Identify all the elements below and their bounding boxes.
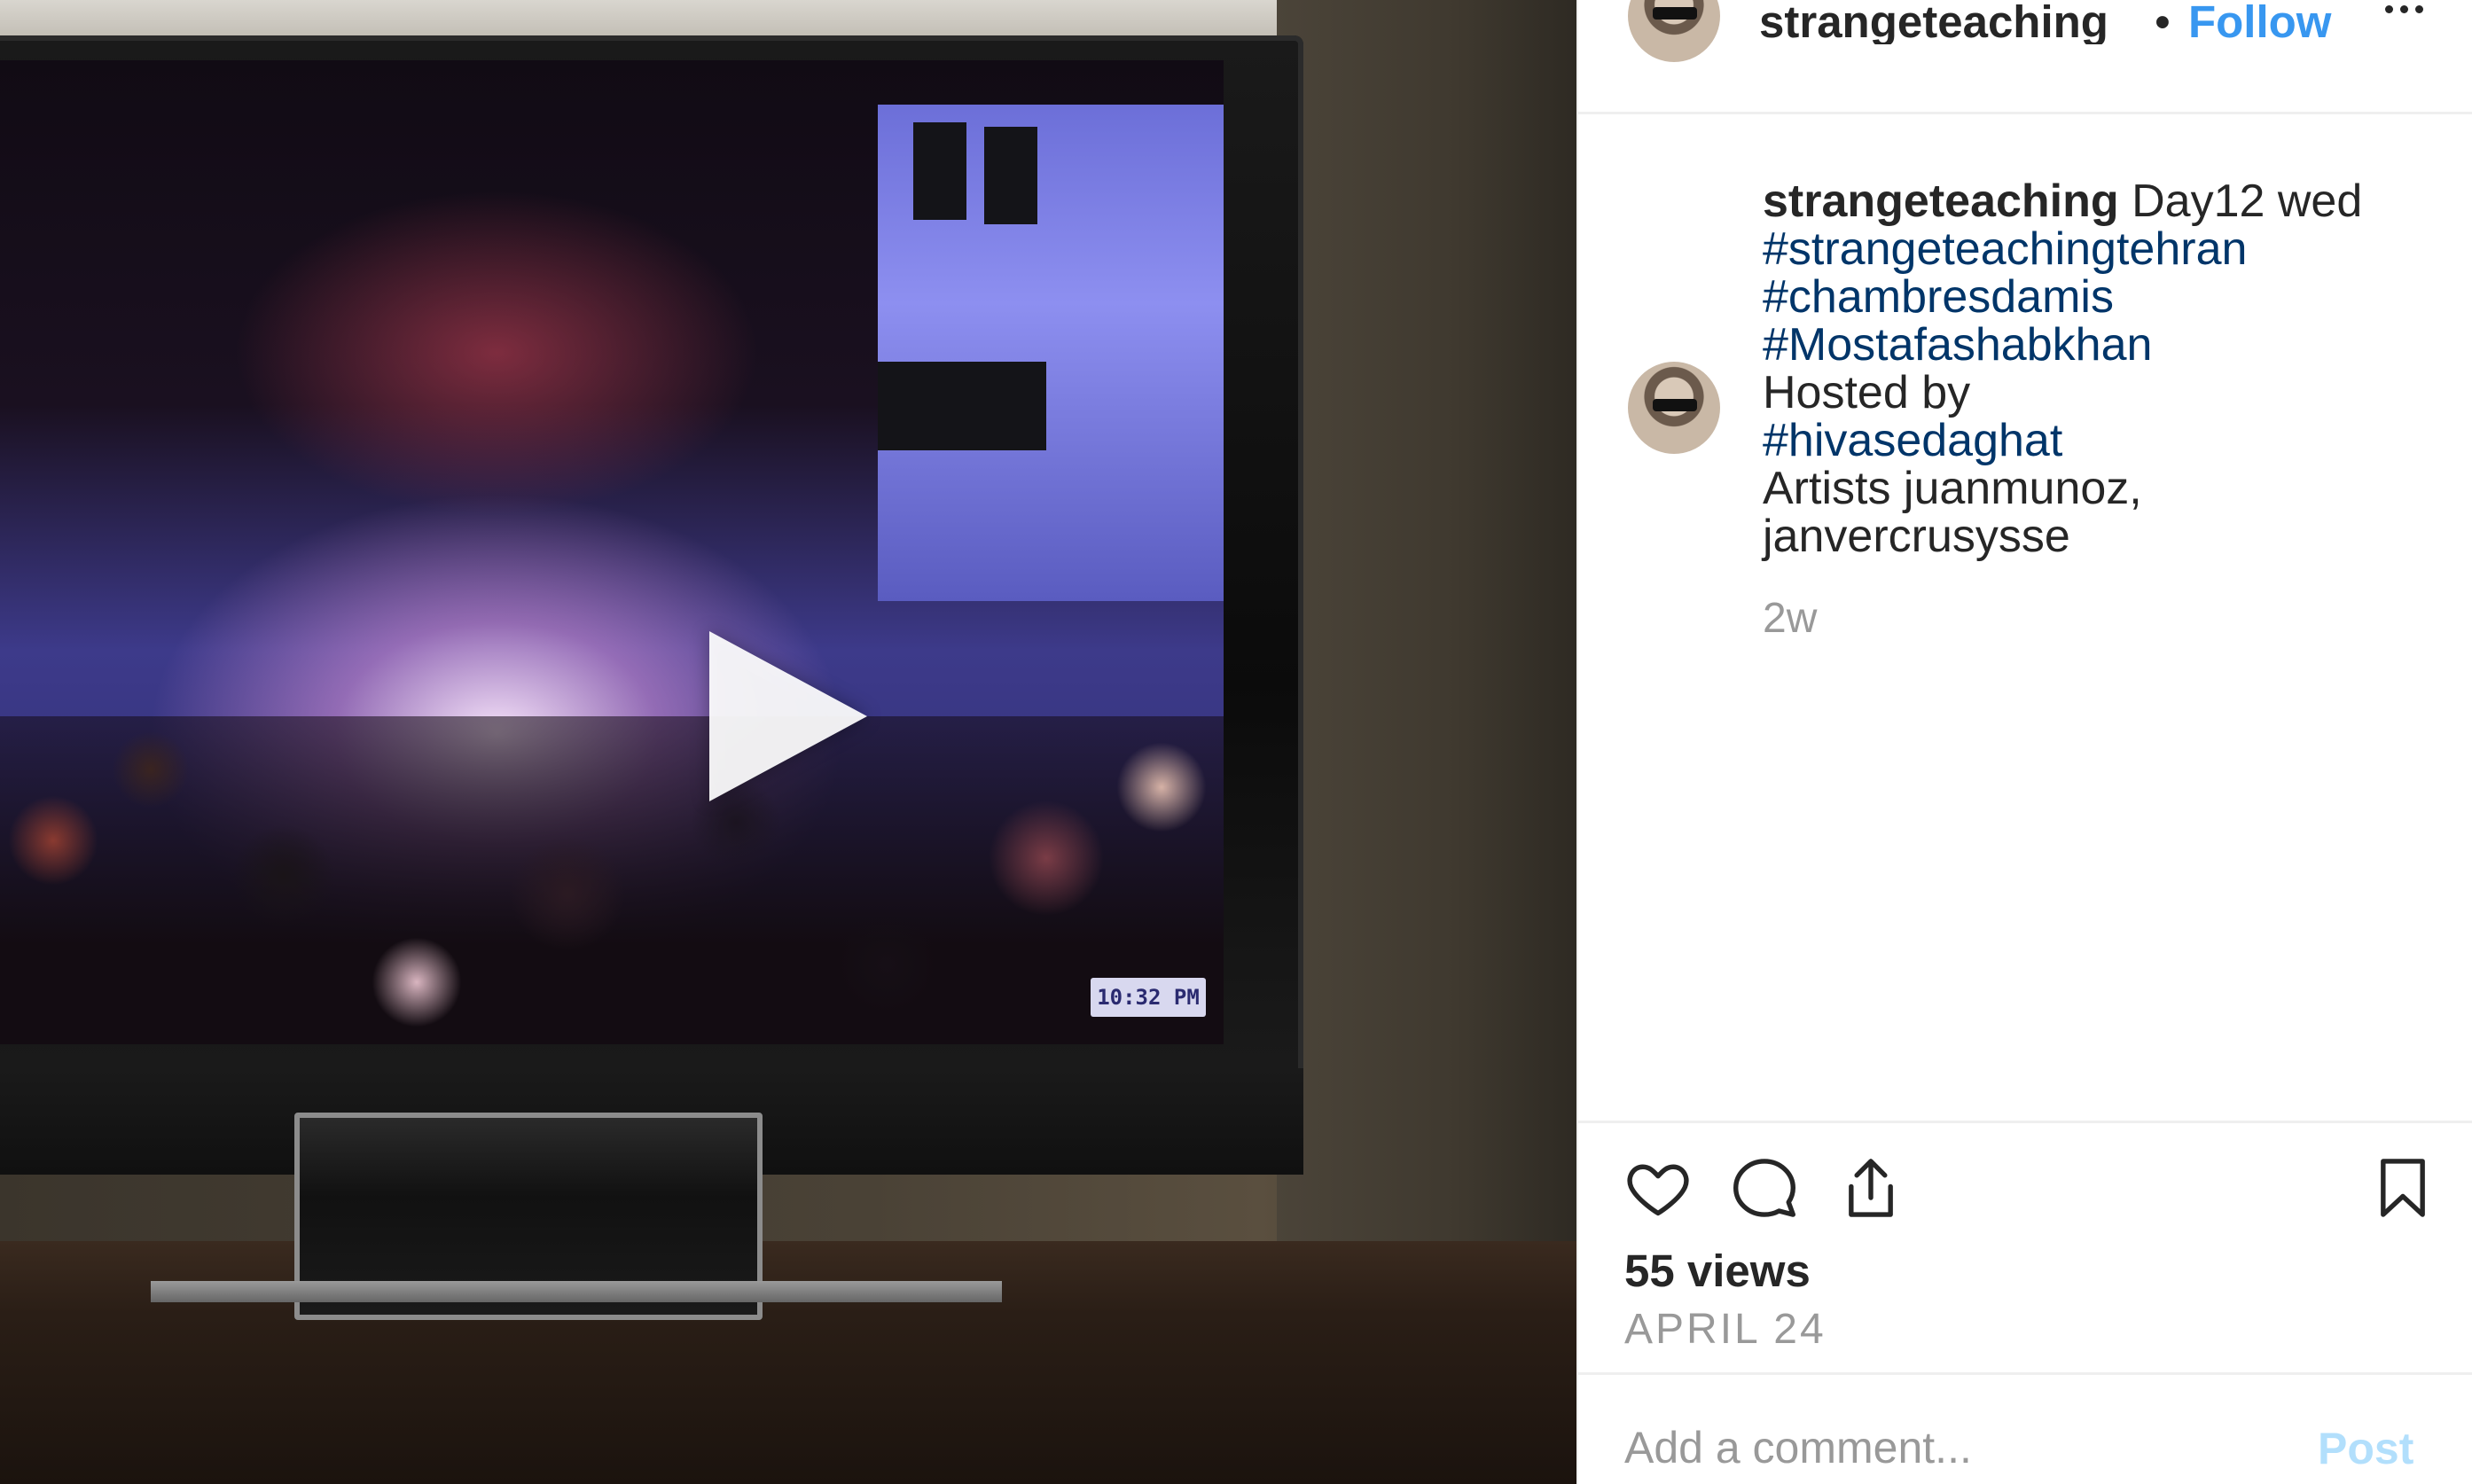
stage-monitor — [878, 362, 1046, 450]
follow-button[interactable]: Follow — [2188, 0, 2331, 44]
caption-username[interactable]: strangeteaching — [1763, 176, 2119, 227]
tv-stand — [0, 1241, 1576, 1484]
shelf-edge — [151, 1281, 1002, 1302]
avatar[interactable] — [1628, 0, 1720, 62]
username-link[interactable]: strangeteaching — [1759, 0, 2149, 44]
avatar-glasses — [1653, 7, 1697, 20]
post-age[interactable]: 2w — [1763, 594, 1817, 643]
post-comment-button[interactable]: Post — [2318, 1423, 2413, 1474]
comment-divider — [1578, 1372, 2472, 1375]
post-caption: strangeteaching Day12 wed #strangeteachi… — [1763, 177, 2454, 560]
hashtag-link[interactable]: #Mostafashabkhan — [1763, 321, 2454, 369]
post-header: strangeteaching • Follow — [1578, 0, 2472, 112]
caption-text: janvercrusysse — [1763, 511, 2070, 562]
avatar-glasses — [1653, 399, 1697, 411]
caption-avatar[interactable] — [1628, 362, 1720, 454]
stage-window — [878, 105, 1224, 601]
more-options-icon[interactable] — [2385, 5, 2423, 13]
comment-button[interactable] — [1731, 1154, 1798, 1226]
post-video[interactable]: 10:32 PM — [0, 0, 1576, 1484]
view-count[interactable]: 55 views — [1624, 1245, 1811, 1297]
dot — [2400, 5, 2408, 13]
like-button[interactable] — [1624, 1154, 1692, 1226]
post-date: APRIL 24 — [1624, 1306, 1827, 1353]
video-timestamp: 10:32 PM — [1091, 978, 1206, 1017]
hashtag-link[interactable]: #chambresdamis — [1763, 273, 2454, 321]
header-divider — [1578, 112, 2472, 114]
hashtag-link[interactable]: #hivasedaghat — [1763, 417, 2454, 465]
share-icon — [1849, 1159, 1893, 1217]
dot — [2415, 5, 2423, 13]
actions-divider — [1578, 1121, 2472, 1123]
comment-input[interactable] — [1624, 1418, 2280, 1477]
bookmark-icon — [2381, 1159, 2425, 1217]
audience — [0, 716, 1224, 1044]
play-icon[interactable] — [709, 631, 867, 801]
caption-text: Day12 wed — [2132, 176, 2363, 227]
comment-icon — [1733, 1159, 1795, 1217]
caption-text: Hosted by — [1763, 367, 1971, 418]
stage-speaker — [984, 127, 1037, 224]
stage-speaker — [913, 122, 966, 220]
save-button[interactable] — [2369, 1154, 2437, 1226]
tv-screen: 10:32 PM — [0, 60, 1224, 1044]
separator-dot: • — [2155, 0, 2171, 47]
share-button[interactable] — [1837, 1154, 1905, 1226]
caption-text: Artists juanmunoz, — [1763, 463, 2142, 514]
caption-first-line: strangeteaching Day12 wed — [1763, 177, 2454, 225]
dot — [2385, 5, 2393, 13]
heart-icon — [1627, 1164, 1689, 1216]
post-sidebar: strangeteaching • Follow strangeteaching… — [1576, 0, 2472, 1484]
hashtag-link[interactable]: #strangeteachingtehran — [1763, 225, 2454, 273]
